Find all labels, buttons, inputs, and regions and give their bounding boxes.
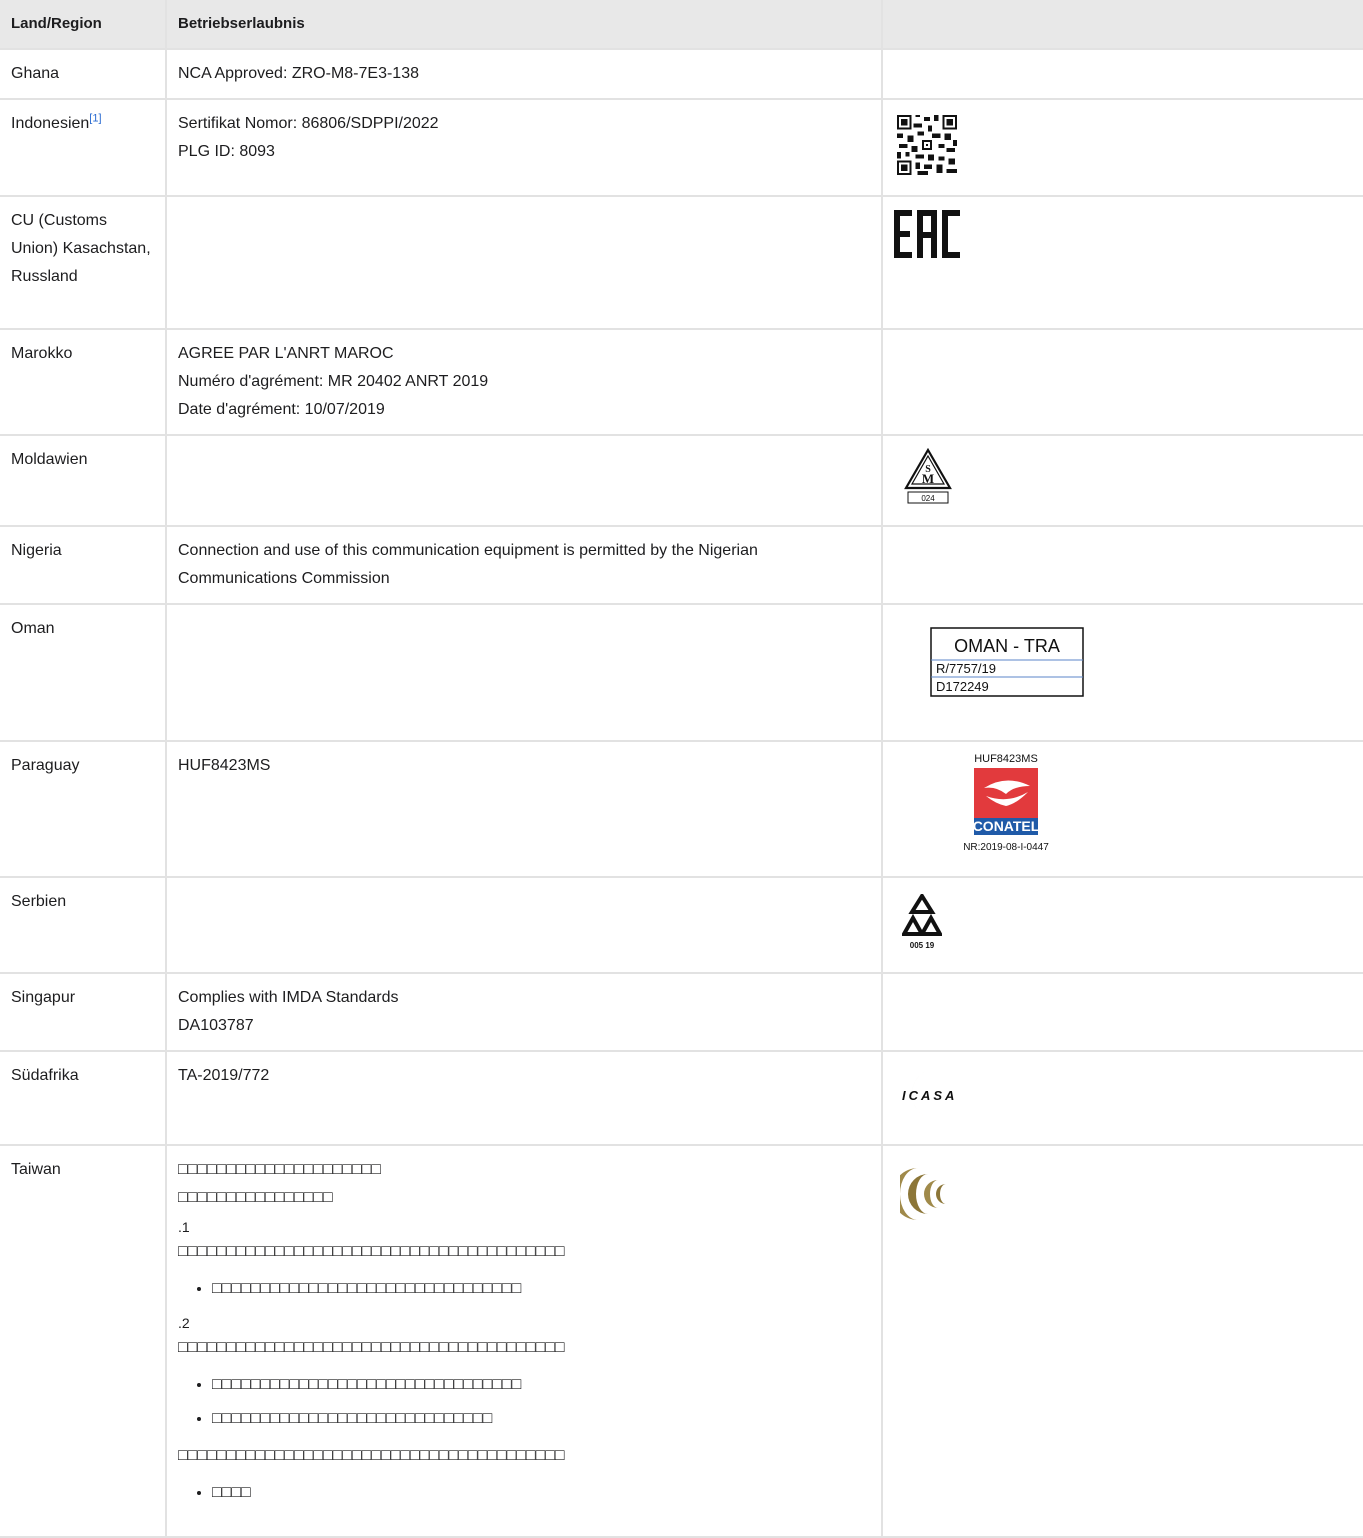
- permit-cell: [165, 434, 883, 527]
- permit-text: DA103787: [178, 1017, 254, 1034]
- permit-text: Numéro d'agrément: MR 20402 ANRT 2019: [178, 373, 489, 390]
- list-item: □□□□□□□□□□□□□□□□□□□□□□□□□□□□□□□□: [212, 1272, 870, 1306]
- taiwan-section-number: .1: [178, 1219, 190, 1235]
- country-cell: Nigeria: [0, 525, 167, 605]
- icasa-wordmark: ICASA: [902, 1088, 957, 1103]
- list-item: □□□□□□□□□□□□□□□□□□□□□□□□□□□□□□□□: [212, 1368, 870, 1402]
- taiwan-paragraph: □□□□□□□□□□□□□□□□□□□□□□□□□□□□□□□□□□□□□□□□: [178, 1339, 565, 1356]
- sm-conformity-mark-icon: S M 024: [904, 447, 952, 504]
- table-row: Südafrika TA-2019/772 ICASA: [0, 1050, 1363, 1146]
- table-row: Paraguay HUF8423MS HUF8423MS CONATEL NR:…: [0, 740, 1363, 878]
- permit-text: AGREE PAR L'ANRT MAROC: [178, 345, 394, 362]
- taiwan-bullet-list: □□□□□□□□□□□□□□□□□□□□□□□□□□□□□□□□: [178, 1272, 870, 1306]
- table-row: Ghana NCA Approved: ZRO-M8-7E3-138: [0, 48, 1363, 100]
- permit-cell: Complies with IMDA Standards DA103787: [165, 972, 883, 1052]
- table-row: Singapur Complies with IMDA Standards DA…: [0, 972, 1363, 1052]
- mark-cell: [881, 328, 1363, 436]
- mark-cell: [881, 1144, 1363, 1538]
- ncc-logo-icon: [892, 1168, 946, 1220]
- country-cell: Oman: [0, 603, 167, 742]
- table-row: Taiwan □□□□□□□□□□□□□□□□□□□□□ □□□□□□□□□□□…: [0, 1144, 1363, 1538]
- permit-cell: NCA Approved: ZRO-M8-7E3-138: [165, 48, 883, 100]
- permit-text: NCA Approved: ZRO-M8-7E3-138: [178, 65, 419, 82]
- sm-mark-number: 024: [921, 494, 935, 503]
- oman-label-reg: R/7757/19: [936, 661, 996, 676]
- mark-cell: [881, 525, 1363, 605]
- permit-text: Complies with IMDA Standards: [178, 989, 399, 1006]
- table-row: Oman OMAN - TRA R/7757/19 D172249: [0, 603, 1363, 742]
- taiwan-bullet-list: □□□□: [178, 1476, 870, 1510]
- qr-code-icon: [897, 115, 957, 175]
- country-cell: Südafrika: [0, 1050, 167, 1146]
- permit-cell: [165, 876, 883, 974]
- permit-text: HUF8423MS: [178, 757, 271, 774]
- country-cell: Taiwan: [0, 1144, 167, 1538]
- taiwan-section-number: .2: [178, 1315, 190, 1331]
- table-row: Serbien 005 19: [0, 876, 1363, 974]
- mark-cell: HUF8423MS CONATEL NR:2019-08-I-0447: [881, 740, 1363, 878]
- country-cell: Ghana: [0, 48, 167, 100]
- mark-cell: 005 19: [881, 876, 1363, 974]
- taiwan-text-line: □□□□□□□□□□□□□□□□□□□□□: [178, 1161, 381, 1178]
- mark-cell: [881, 195, 1363, 330]
- table-header-row: Land/Region Betriebserlaubnis: [0, 0, 1363, 50]
- permit-cell: AGREE PAR L'ANRT MAROC Numéro d'agrément…: [165, 328, 883, 436]
- serbia-conformity-mark-icon: 005 19: [900, 892, 944, 950]
- permit-text: PLG ID: 8093: [178, 143, 275, 160]
- regulatory-table: Land/Region Betriebserlaubnis Ghana NCA …: [0, 0, 1363, 1538]
- permit-cell: [165, 195, 883, 330]
- taiwan-paragraph: □□□□□□□□□□□□□□□□□□□□□□□□□□□□□□□□□□□□□□□□: [178, 1243, 565, 1260]
- permit-cell: [165, 603, 883, 742]
- country-cell: CU (Customs Union) Kasachstan, Russland: [0, 195, 167, 330]
- country-cell: Serbien: [0, 876, 167, 974]
- serbia-mark-number: 005 19: [910, 941, 935, 950]
- mark-cell: OMAN - TRA R/7757/19 D172249: [881, 603, 1363, 742]
- oman-label-dealer: D172249: [936, 679, 989, 694]
- taiwan-text-line: □□□□□□□□□□□□□□□□: [178, 1189, 333, 1206]
- country-cell: Moldawien: [0, 434, 167, 527]
- eac-mark-icon: [894, 210, 960, 258]
- table-row: Indonesien[1] Sertifikat Nomor: 86806/SD…: [0, 98, 1363, 197]
- oman-label-title: OMAN - TRA: [954, 636, 1060, 656]
- column-header-mark: [881, 0, 1363, 50]
- mark-cell: [881, 972, 1363, 1052]
- country-cell: Indonesien[1]: [0, 98, 167, 197]
- permit-cell: □□□□□□□□□□□□□□□□□□□□□ □□□□□□□□□□□□□□□□ .…: [165, 1144, 883, 1538]
- permit-cell: TA-2019/772: [165, 1050, 883, 1146]
- mark-cell: [881, 48, 1363, 100]
- footnote-link[interactable]: [1]: [89, 113, 101, 125]
- country-cell: Marokko: [0, 328, 167, 436]
- taiwan-bullet-list: □□□□□□□□□□□□□□□□□□□□□□□□□□□□□□□□ □□□□□□□…: [178, 1368, 870, 1436]
- list-item: □□□□□□□□□□□□□□□□□□□□□□□□□□□□□: [212, 1402, 870, 1436]
- list-item: □□□□: [212, 1476, 870, 1510]
- oman-tra-label-icon: OMAN - TRA R/7757/19 D172249: [930, 627, 1084, 697]
- permit-cell: Connection and use of this communication…: [165, 525, 883, 605]
- icasa-logo-icon: ICASA: [902, 1068, 957, 1120]
- permit-text: TA-2019/772: [178, 1067, 270, 1084]
- country-cell: Singapur: [0, 972, 167, 1052]
- taiwan-paragraph: □□□□□□□□□□□□□□□□□□□□□□□□□□□□□□□□□□□□□□□□: [178, 1447, 565, 1464]
- permit-text: Sertifikat Nomor: 86806/SDPPI/2022: [178, 115, 439, 132]
- conatel-code: HUF8423MS: [974, 753, 1038, 765]
- conatel-logo-icon: HUF8423MS CONATEL NR:2019-08-I-0447: [963, 753, 1049, 853]
- table-row: Nigeria Connection and use of this commu…: [0, 525, 1363, 605]
- permit-text: Date d'agrément: 10/07/2019: [178, 401, 385, 418]
- conatel-nr: NR:2019-08-I-0447: [963, 842, 1049, 853]
- permit-cell: HUF8423MS: [165, 740, 883, 878]
- table-row: CU (Customs Union) Kasachstan, Russland: [0, 195, 1363, 330]
- column-header-permit: Betriebserlaubnis: [165, 0, 883, 50]
- sm-mark-letter-m: M: [922, 471, 934, 486]
- mark-cell: ICASA: [881, 1050, 1363, 1146]
- table-row: Moldawien S M 024: [0, 434, 1363, 527]
- column-header-country: Land/Region: [0, 0, 167, 50]
- permit-text: Connection and use of this communication…: [178, 542, 758, 587]
- table-row: Marokko AGREE PAR L'ANRT MAROC Numéro d'…: [0, 328, 1363, 436]
- country-cell: Paraguay: [0, 740, 167, 878]
- mark-cell: [881, 98, 1363, 197]
- mark-cell: S M 024: [881, 434, 1363, 527]
- permit-cell: Sertifikat Nomor: 86806/SDPPI/2022 PLG I…: [165, 98, 883, 197]
- conatel-wordmark: CONATEL: [973, 818, 1040, 834]
